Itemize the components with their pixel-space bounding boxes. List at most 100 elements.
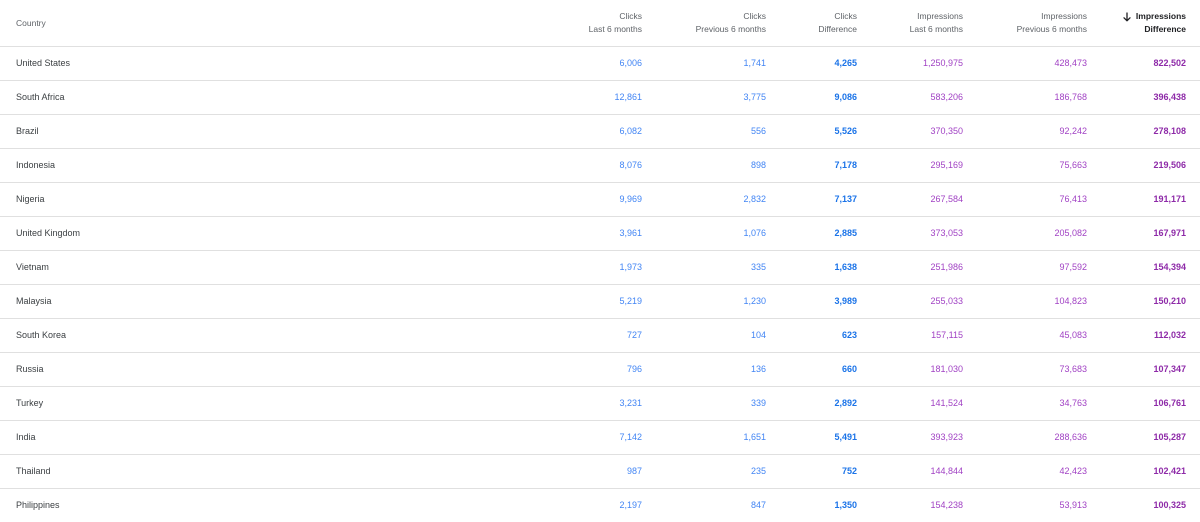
clicks-previous-6-months-cell: 556 xyxy=(750,126,766,136)
clicks-difference-cell: 7,178 xyxy=(834,160,857,170)
clicks-difference-cell: 7,137 xyxy=(834,194,857,204)
impressions-last-6-months-cell: 181,030 xyxy=(930,364,963,374)
clicks-difference-cell: 5,491 xyxy=(834,432,857,442)
impressions-last-6-months-cell: 251,986 xyxy=(930,262,963,272)
clicks-previous-6-months-cell: 2,832 xyxy=(743,194,766,204)
country-cell: Thailand xyxy=(16,466,51,476)
clicks-last-6-months-cell: 6,006 xyxy=(619,58,642,68)
clicks-last-6-months-cell: 3,961 xyxy=(619,228,642,238)
table-row[interactable]: India 7,142 1,651 5,491 393,923 288,636 … xyxy=(0,421,1200,455)
table-row[interactable]: Thailand 987 235 752 144,844 42,423 102,… xyxy=(0,455,1200,489)
clicks-difference-cell: 9,086 xyxy=(834,92,857,102)
arrow-down-icon xyxy=(1123,11,1131,21)
column-header-country[interactable]: Country xyxy=(16,0,46,46)
impressions-last-6-months-cell: 154,238 xyxy=(930,500,963,510)
table-row[interactable]: Nigeria 9,969 2,832 7,137 267,584 76,413… xyxy=(0,183,1200,217)
clicks-difference-cell: 752 xyxy=(841,466,857,476)
clicks-last-6-months-cell: 987 xyxy=(626,466,642,476)
impressions-difference-cell: 822,502 xyxy=(1153,58,1186,68)
country-cell: South Korea xyxy=(16,330,67,340)
clicks-difference-cell: 3,989 xyxy=(834,296,857,306)
clicks-difference-cell: 5,526 xyxy=(834,126,857,136)
impressions-last-6-months-cell: 393,923 xyxy=(930,432,963,442)
country-cell: Philippines xyxy=(16,500,60,510)
impressions-previous-6-months-cell: 92,242 xyxy=(1059,126,1087,136)
clicks-difference-cell: 2,892 xyxy=(834,398,857,408)
country-cell: Turkey xyxy=(16,398,44,408)
impressions-difference-cell: 100,325 xyxy=(1153,500,1186,510)
impressions-last-6-months-cell: 267,584 xyxy=(930,194,963,204)
country-cell: Russia xyxy=(16,364,44,374)
clicks-last-6-months-cell: 12,861 xyxy=(614,92,642,102)
clicks-last-6-months-cell: 2,197 xyxy=(619,500,642,510)
impressions-difference-cell: 278,108 xyxy=(1153,126,1186,136)
impressions-previous-6-months-cell: 45,083 xyxy=(1059,330,1087,340)
clicks-previous-6-months-cell: 104 xyxy=(750,330,766,340)
impressions-previous-6-months-cell: 186,768 xyxy=(1054,92,1087,102)
table-row[interactable]: South Africa 12,861 3,775 9,086 583,206 … xyxy=(0,81,1200,115)
table-row[interactable]: Turkey 3,231 339 2,892 141,524 34,763 10… xyxy=(0,387,1200,421)
country-cell: Indonesia xyxy=(16,160,56,170)
table-row[interactable]: Indonesia 8,076 898 7,178 295,169 75,663… xyxy=(0,149,1200,183)
impressions-difference-cell: 396,438 xyxy=(1153,92,1186,102)
impressions-previous-6-months-cell: 53,913 xyxy=(1059,500,1087,510)
table-row[interactable]: Philippines 2,197 847 1,350 154,238 53,9… xyxy=(0,489,1200,522)
impressions-difference-cell: 219,506 xyxy=(1153,160,1186,170)
clicks-last-6-months-cell: 727 xyxy=(626,330,642,340)
clicks-previous-6-months-cell: 1,230 xyxy=(743,296,766,306)
country-cell: Nigeria xyxy=(16,194,45,204)
table-row[interactable]: Vietnam 1,973 335 1,638 251,986 97,592 1… xyxy=(0,251,1200,285)
column-header-impressions-last-6-months[interactable]: Impressions Last 6 months xyxy=(910,0,963,46)
column-header-clicks-previous-6-months[interactable]: Clicks Previous 6 months xyxy=(696,0,766,46)
impressions-difference-cell: 105,287 xyxy=(1153,432,1186,442)
impressions-last-6-months-cell: 157,115 xyxy=(931,330,963,340)
column-header-impressions-previous-6-months[interactable]: Impressions Previous 6 months xyxy=(1017,0,1087,46)
clicks-previous-6-months-cell: 1,076 xyxy=(743,228,766,238)
column-header-clicks-difference[interactable]: Clicks Difference xyxy=(818,0,857,46)
impressions-previous-6-months-cell: 104,823 xyxy=(1054,296,1087,306)
table-row[interactable]: United Kingdom 3,961 1,076 2,885 373,053… xyxy=(0,217,1200,251)
impressions-difference-cell: 107,347 xyxy=(1153,364,1186,374)
clicks-difference-cell: 2,885 xyxy=(834,228,857,238)
clicks-last-6-months-cell: 3,231 xyxy=(619,398,642,408)
table-row[interactable]: Malaysia 5,219 1,230 3,989 255,033 104,8… xyxy=(0,285,1200,319)
impressions-previous-6-months-cell: 76,413 xyxy=(1059,194,1087,204)
table-row[interactable]: United States 6,006 1,741 4,265 1,250,97… xyxy=(0,47,1200,81)
country-cell: South Africa xyxy=(16,92,65,102)
clicks-difference-cell: 4,265 xyxy=(834,58,857,68)
clicks-previous-6-months-cell: 847 xyxy=(750,500,766,510)
impressions-last-6-months-cell: 583,206 xyxy=(930,92,963,102)
clicks-previous-6-months-cell: 1,651 xyxy=(743,432,766,442)
impressions-difference-cell: 191,171 xyxy=(1153,194,1186,204)
impressions-previous-6-months-cell: 428,473 xyxy=(1054,58,1087,68)
impressions-previous-6-months-cell: 97,592 xyxy=(1059,262,1087,272)
impressions-previous-6-months-cell: 75,663 xyxy=(1059,160,1087,170)
impressions-difference-cell: 167,971 xyxy=(1153,228,1186,238)
impressions-last-6-months-cell: 144,844 xyxy=(930,466,963,476)
impressions-last-6-months-cell: 373,053 xyxy=(930,228,963,238)
impressions-difference-cell: 106,761 xyxy=(1153,398,1186,408)
country-cell: United States xyxy=(16,58,71,68)
impressions-last-6-months-cell: 295,169 xyxy=(930,160,963,170)
clicks-last-6-months-cell: 796 xyxy=(626,364,642,374)
impressions-last-6-months-cell: 141,524 xyxy=(930,398,963,408)
country-performance-table: Country Clicks Last 6 months Clicks Prev… xyxy=(0,0,1200,522)
table-row[interactable]: Russia 796 136 660 181,030 73,683 107,34… xyxy=(0,353,1200,387)
impressions-difference-cell: 102,421 xyxy=(1153,466,1186,476)
clicks-previous-6-months-cell: 898 xyxy=(750,160,766,170)
country-cell: Malaysia xyxy=(16,296,52,306)
table-row[interactable]: South Korea 727 104 623 157,115 45,083 1… xyxy=(0,319,1200,353)
column-header-clicks-last-6-months[interactable]: Clicks Last 6 months xyxy=(589,0,642,46)
impressions-previous-6-months-cell: 34,763 xyxy=(1059,398,1087,408)
column-header-impressions-difference[interactable]: Impressions Difference xyxy=(1122,0,1186,46)
clicks-difference-cell: 660 xyxy=(841,364,857,374)
clicks-difference-cell: 1,350 xyxy=(834,500,857,510)
clicks-last-6-months-cell: 1,973 xyxy=(619,262,642,272)
impressions-last-6-months-cell: 255,033 xyxy=(930,296,963,306)
table-row[interactable]: Brazil 6,082 556 5,526 370,350 92,242 27… xyxy=(0,115,1200,149)
country-cell: United Kingdom xyxy=(16,228,81,238)
clicks-previous-6-months-cell: 235 xyxy=(750,466,766,476)
clicks-last-6-months-cell: 5,219 xyxy=(619,296,642,306)
impressions-previous-6-months-cell: 73,683 xyxy=(1059,364,1087,374)
table-header: Country Clicks Last 6 months Clicks Prev… xyxy=(0,0,1200,47)
